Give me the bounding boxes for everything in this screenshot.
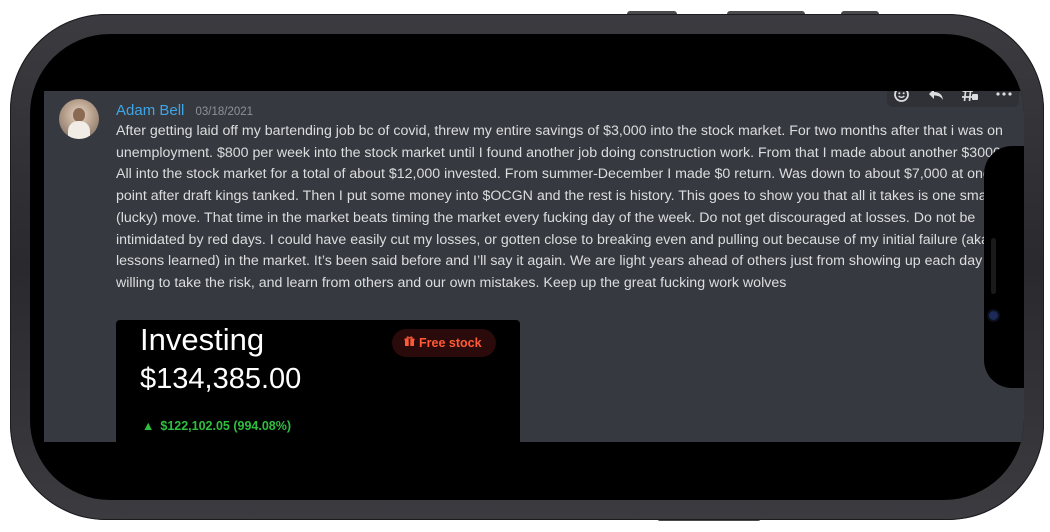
free-stock-badge: Free stock	[392, 329, 496, 357]
avatar-face	[73, 108, 85, 122]
username[interactable]: Adam Bell	[116, 102, 184, 119]
portfolio-gain: ▲ $122,102.05 (994.08%)	[142, 419, 291, 433]
portfolio-value: $134,385.00	[140, 363, 302, 395]
message-timestamp: 03/18/2021	[195, 106, 254, 118]
gain-value: $122,102.05 (994.08%)	[160, 419, 292, 433]
avatar-body	[68, 121, 90, 139]
discord-message-screen: Adam Bell 03/18/2021 After getting laid …	[44, 91, 1024, 442]
front-camera	[989, 311, 998, 320]
earpiece-speaker	[991, 238, 996, 294]
gift-icon	[404, 336, 415, 350]
avatar[interactable]	[59, 99, 99, 139]
message-actions-toolbar	[887, 91, 1019, 107]
image-attachment[interactable]: Investing $134,385.00 ▲ $122,102.05 (994.…	[116, 320, 520, 442]
more-icon[interactable]	[995, 91, 1013, 103]
message-header: Adam Bell 03/18/2021	[116, 100, 253, 119]
add-reaction-icon[interactable]	[893, 91, 911, 103]
message-text: After getting laid off my bartending job…	[116, 123, 1005, 291]
phone-body: Adam Bell 03/18/2021 After getting laid …	[10, 14, 1044, 520]
photo-frame: Adam Bell 03/18/2021 After getting laid …	[0, 0, 1050, 532]
up-arrow-icon: ▲	[142, 419, 155, 433]
investing-title: Investing	[140, 322, 265, 357]
create-thread-icon[interactable]	[961, 91, 979, 103]
phone-screen-bezel: Adam Bell 03/18/2021 After getting laid …	[30, 34, 1024, 500]
free-stock-label: Free stock	[419, 336, 482, 350]
reply-icon[interactable]	[927, 91, 945, 103]
phone-notch	[984, 146, 1024, 388]
